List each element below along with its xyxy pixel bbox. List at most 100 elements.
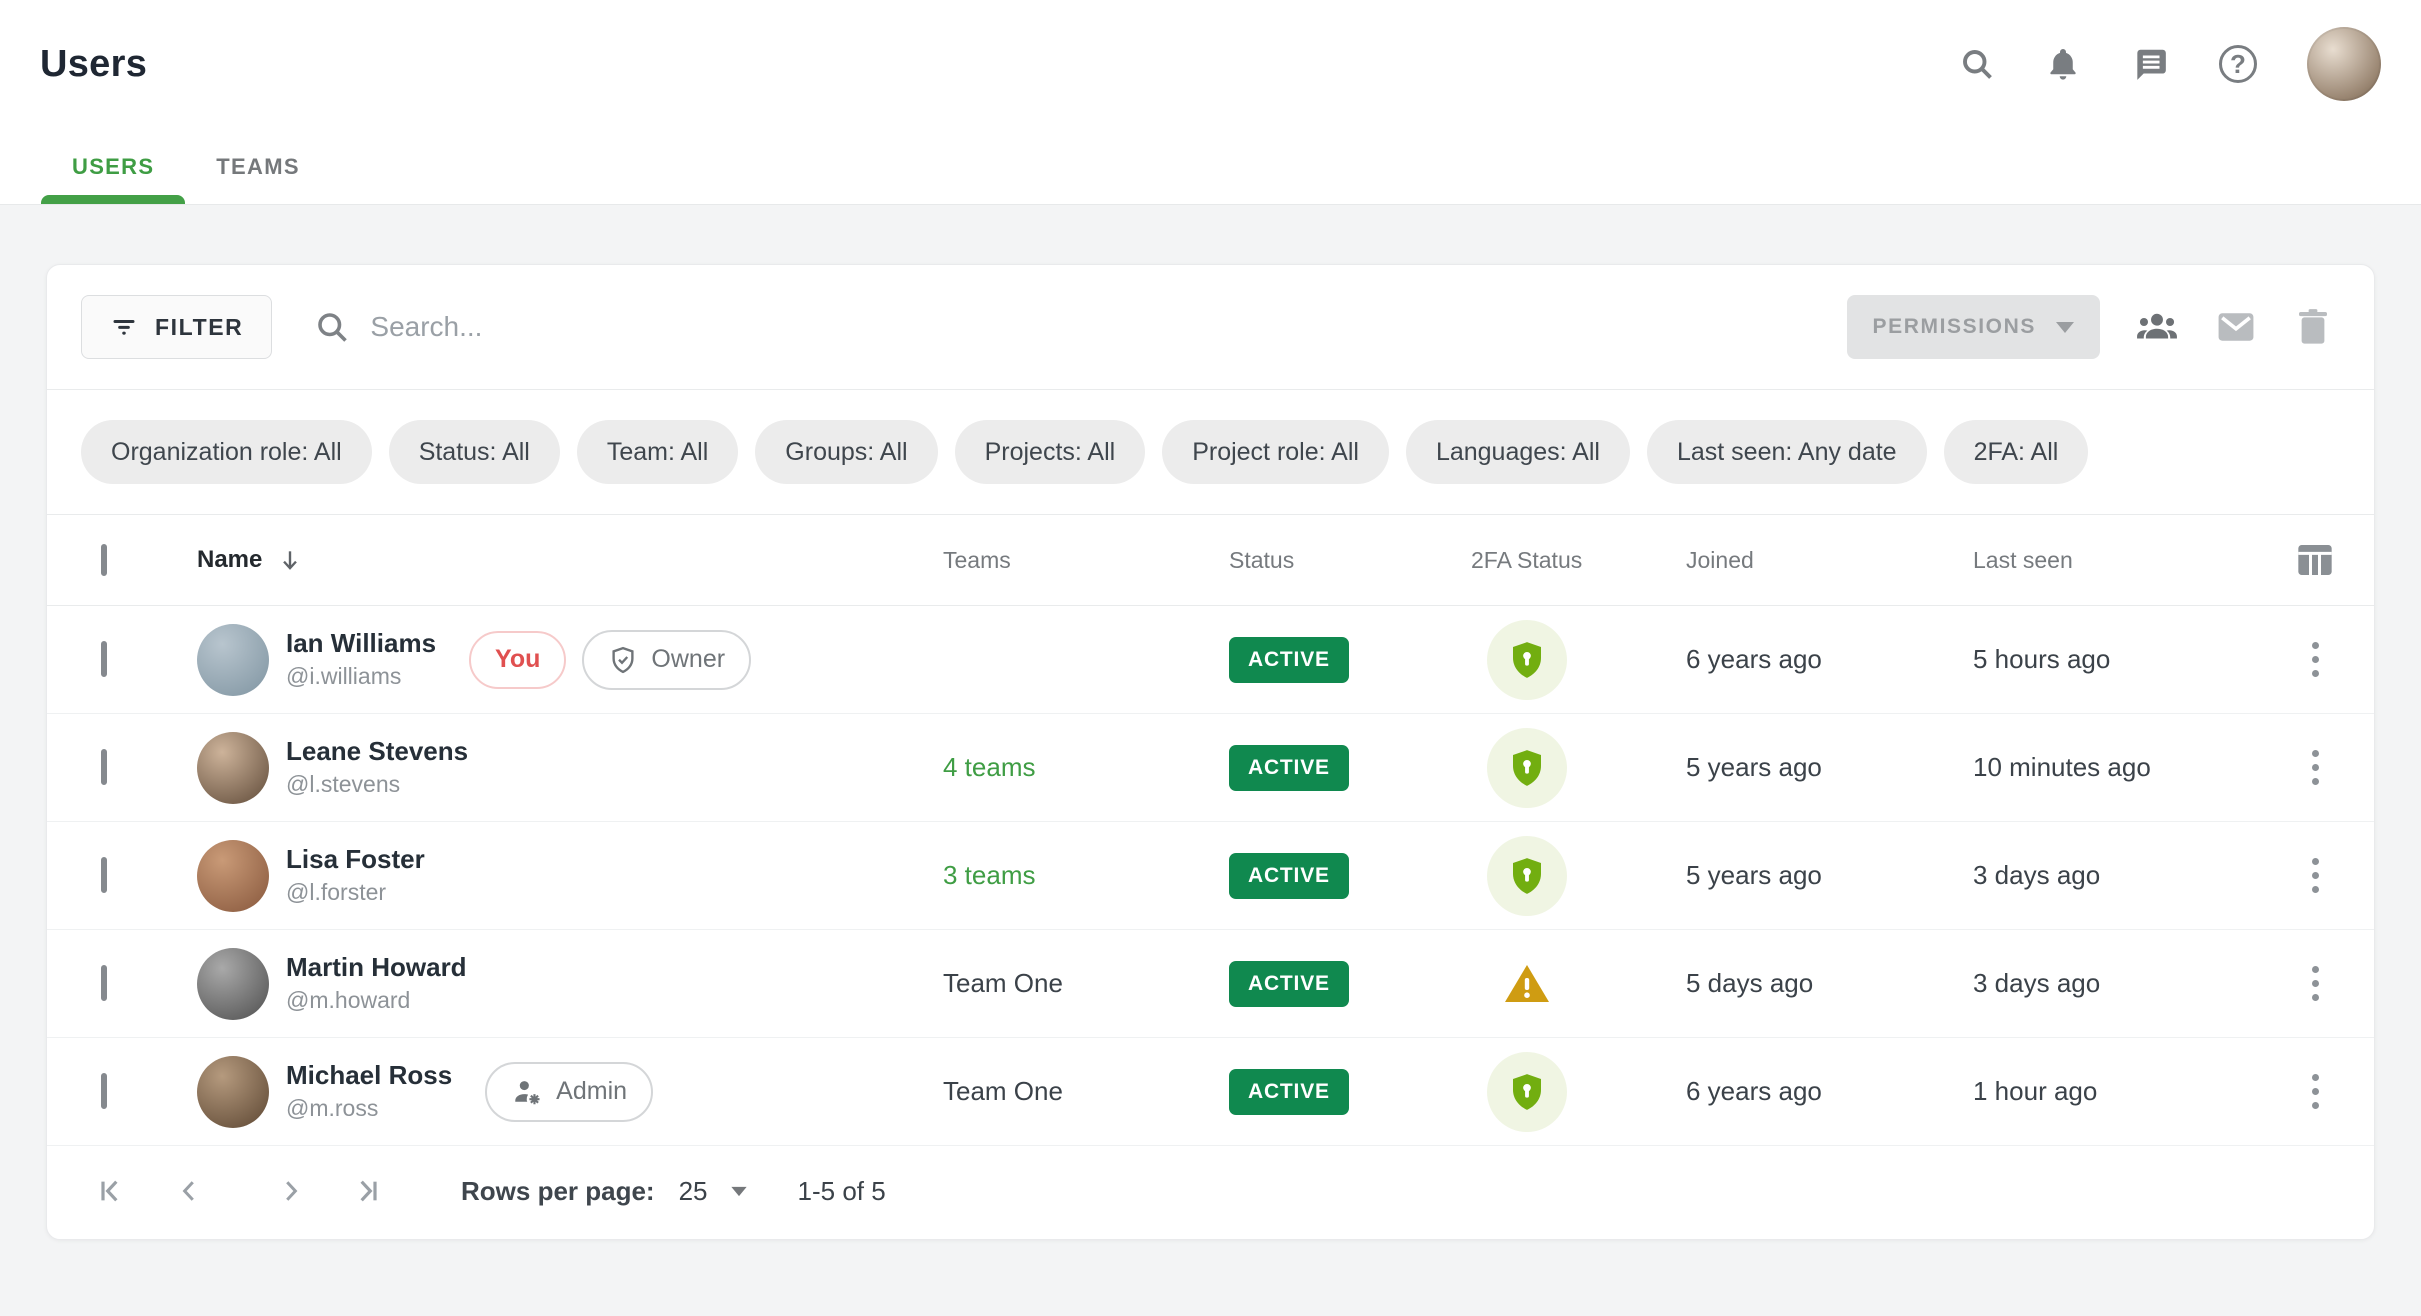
next-page-icon[interactable] [267,1167,315,1215]
filter-button[interactable]: FILTER [81,295,272,359]
2fa-enabled-shield-icon [1487,728,1567,808]
2fa-enabled-shield-icon [1487,620,1567,700]
user-username: @m.howard [286,987,467,1014]
user-avatar[interactable] [2307,27,2381,101]
cell-joined: 5 years ago [1686,860,1973,891]
row-checkbox[interactable] [101,857,107,893]
cell-name: Michael Ross @m.ross Admin [197,1056,943,1128]
rows-per-page-value: 25 [679,1176,708,1207]
help-icon[interactable]: ? [2219,45,2257,83]
column-header-joined[interactable]: Joined [1686,547,1973,574]
filter-chip[interactable]: 2FA: All [1944,420,2089,484]
cell-last-seen: 10 minutes ago [1973,752,2256,783]
filter-list-icon [110,313,138,341]
permissions-button-label: PERMISSIONS [1873,315,2036,339]
column-header-name[interactable]: Name [197,546,943,574]
column-header-teams[interactable]: Teams [943,547,1229,574]
row-actions-kebab-icon[interactable] [2304,742,2327,793]
email-icon[interactable] [2214,305,2258,349]
delete-trash-icon[interactable] [2292,306,2334,348]
badge-you: You [469,631,566,689]
row-checkbox[interactable] [101,641,107,677]
search-box [314,309,1846,345]
notifications-bell-icon[interactable] [2045,46,2081,82]
select-all-checkbox[interactable] [101,544,107,576]
cell-name: Lisa Foster @l.forster [197,840,943,912]
first-page-icon[interactable] [87,1167,135,1215]
teams-link[interactable]: 4 teams [943,752,1036,782]
row-actions-kebab-icon[interactable] [2304,1066,2327,1117]
tab-users[interactable]: USERS [41,128,185,204]
2fa-enabled-shield-icon [1487,836,1567,916]
cell-joined: 5 years ago [1686,752,1973,783]
topbar-actions: ? [1959,27,2381,101]
search-icon[interactable] [1959,46,1995,82]
cell-status: ACTIVE [1229,637,1471,683]
cell-status: ACTIVE [1229,853,1471,899]
cell-last-seen: 3 days ago [1973,968,2256,999]
toolbar-actions: PERMISSIONS [1847,295,2334,359]
topbar: Users ? [0,0,2421,128]
status-badge: ACTIVE [1229,961,1349,1007]
rows-per-page-select[interactable]: 25 [679,1176,748,1207]
pagination-range: 1-5 of 5 [798,1176,886,1207]
cell-last-seen: 5 hours ago [1973,644,2256,675]
search-icon [314,309,350,345]
cell-joined: 6 years ago [1686,644,1973,675]
column-header-status[interactable]: Status [1229,547,1471,574]
filter-chip[interactable]: Last seen: Any date [1647,420,1927,484]
filter-chip[interactable]: Team: All [577,420,738,484]
avatar [197,624,269,696]
cell-joined: 6 years ago [1686,1076,1973,1107]
filter-button-label: FILTER [155,314,243,341]
badges: Admin [485,1062,653,1122]
cell-status: ACTIVE [1229,961,1471,1007]
cell-teams: 3 teams [943,860,1229,891]
permissions-dropdown-button[interactable]: PERMISSIONS [1847,295,2100,359]
user-username: @l.stevens [286,771,468,798]
row-actions-kebab-icon[interactable] [2304,958,2327,1009]
status-badge: ACTIVE [1229,745,1349,791]
user-username: @l.forster [286,879,425,906]
cell-joined: 5 days ago [1686,968,1973,999]
user-full-name: Leane Stevens [286,737,468,767]
cell-teams: Team One [943,968,1229,999]
main-content: FILTER PERMISSIONS [0,205,2421,1240]
add-to-team-people-icon[interactable] [2134,304,2180,350]
status-badge: ACTIVE [1229,853,1349,899]
column-header-last-seen[interactable]: Last seen [1973,547,2256,574]
column-settings-icon[interactable] [2295,540,2335,580]
search-input[interactable] [370,311,1846,343]
messages-chat-icon[interactable] [2131,45,2169,83]
filter-chip[interactable]: Organization role: All [81,420,372,484]
filter-chip[interactable]: Projects: All [955,420,1146,484]
avatar [197,948,269,1020]
cell-status: ACTIVE [1229,1069,1471,1115]
column-header-2fa[interactable]: 2FA Status [1471,547,1686,574]
previous-page-icon[interactable] [165,1167,213,1215]
row-checkbox[interactable] [101,1073,107,1109]
cell-last-seen: 1 hour ago [1973,1076,2256,1107]
tab-teams[interactable]: TEAMS [185,128,331,204]
row-actions-kebab-icon[interactable] [2304,850,2327,901]
row-checkbox[interactable] [101,965,107,1001]
status-badge: ACTIVE [1229,637,1349,683]
cell-2fa [1471,728,1686,808]
tab-bar: USERS TEAMS [0,128,2421,205]
filter-chip[interactable]: Project role: All [1162,420,1389,484]
teams-value: Team One [943,1076,1063,1106]
filter-chip[interactable]: Status: All [389,420,560,484]
filter-chip[interactable]: Groups: All [755,420,937,484]
table-row: Ian Williams @i.williams YouOwner ACTIVE [47,606,2374,714]
status-badge: ACTIVE [1229,1069,1349,1115]
table-header: Name Teams Status 2FA Status Joined Last… [47,514,2374,606]
shield-check-icon [608,645,638,675]
last-page-icon[interactable] [343,1167,391,1215]
sort-descending-arrow-icon [277,547,303,573]
teams-link[interactable]: 3 teams [943,860,1036,890]
cell-status: ACTIVE [1229,745,1471,791]
cell-2fa [1471,620,1686,700]
row-actions-kebab-icon[interactable] [2304,634,2327,685]
row-checkbox[interactable] [101,749,107,785]
filter-chip[interactable]: Languages: All [1406,420,1630,484]
